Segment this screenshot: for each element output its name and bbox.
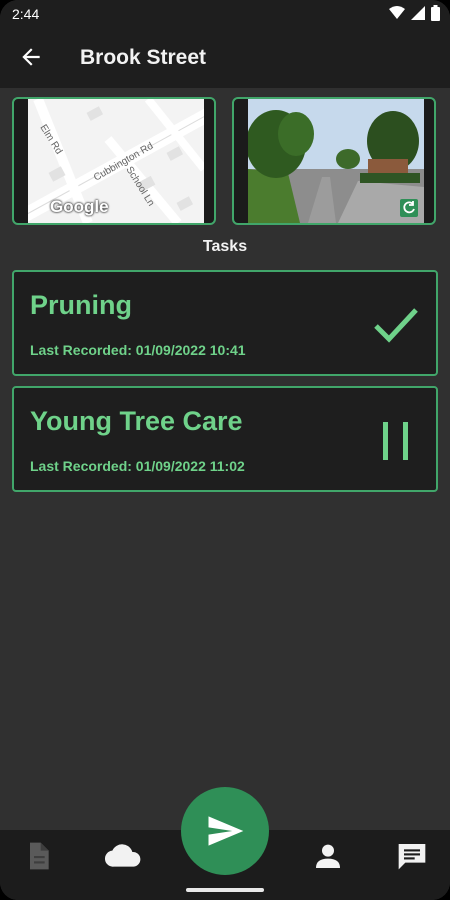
signal-icon [411,6,425,20]
arrow-back-icon[interactable] [18,44,44,70]
status-icons [389,5,440,21]
task-last-recorded: Last Recorded: 01/09/2022 11:02 [30,458,245,474]
wifi-icon [389,6,405,19]
send-icon [208,816,244,846]
task-card-pruning[interactable]: Pruning Last Recorded: 01/09/2022 10:41 [12,270,438,376]
person-icon[interactable] [312,840,344,872]
status-time: 2:44 [12,6,40,22]
page-title: Brook Street [80,46,207,69]
street-view-scene [248,99,424,223]
home-indicator[interactable] [186,888,264,892]
status-bar: 2:44 [0,0,450,28]
task-name: Young Tree Care [30,406,243,436]
message-icon[interactable] [396,840,428,872]
task-name: Pruning [30,290,132,320]
cloud-icon[interactable] [104,840,142,872]
document-icon[interactable] [22,840,54,872]
check-icon [374,308,418,343]
google-logo: Google [50,197,109,216]
task-last-recorded: Last Recorded: 01/09/2022 10:41 [30,342,246,358]
map-thumbnail[interactable]: Elm Rd Cubbington Rd School Ln Google [12,97,216,225]
tasks-heading: Tasks [202,238,248,255]
pause-icon [383,422,408,460]
task-card-young-tree-care[interactable]: Young Tree Care Last Recorded: 01/09/202… [12,386,438,492]
app-bar: Brook Street [0,28,450,88]
map-image: Elm Rd Cubbington Rd School Ln Google [28,99,204,223]
send-button[interactable] [181,787,269,875]
refresh-icon[interactable] [400,199,418,217]
battery-icon [431,5,440,21]
street-view-image [248,99,424,223]
street-view-thumbnail[interactable] [232,97,436,225]
app-screen: 2:44 Brook Street Elm Rd Cubbington Rd S… [0,0,450,900]
home-indicator-bar [0,882,450,900]
